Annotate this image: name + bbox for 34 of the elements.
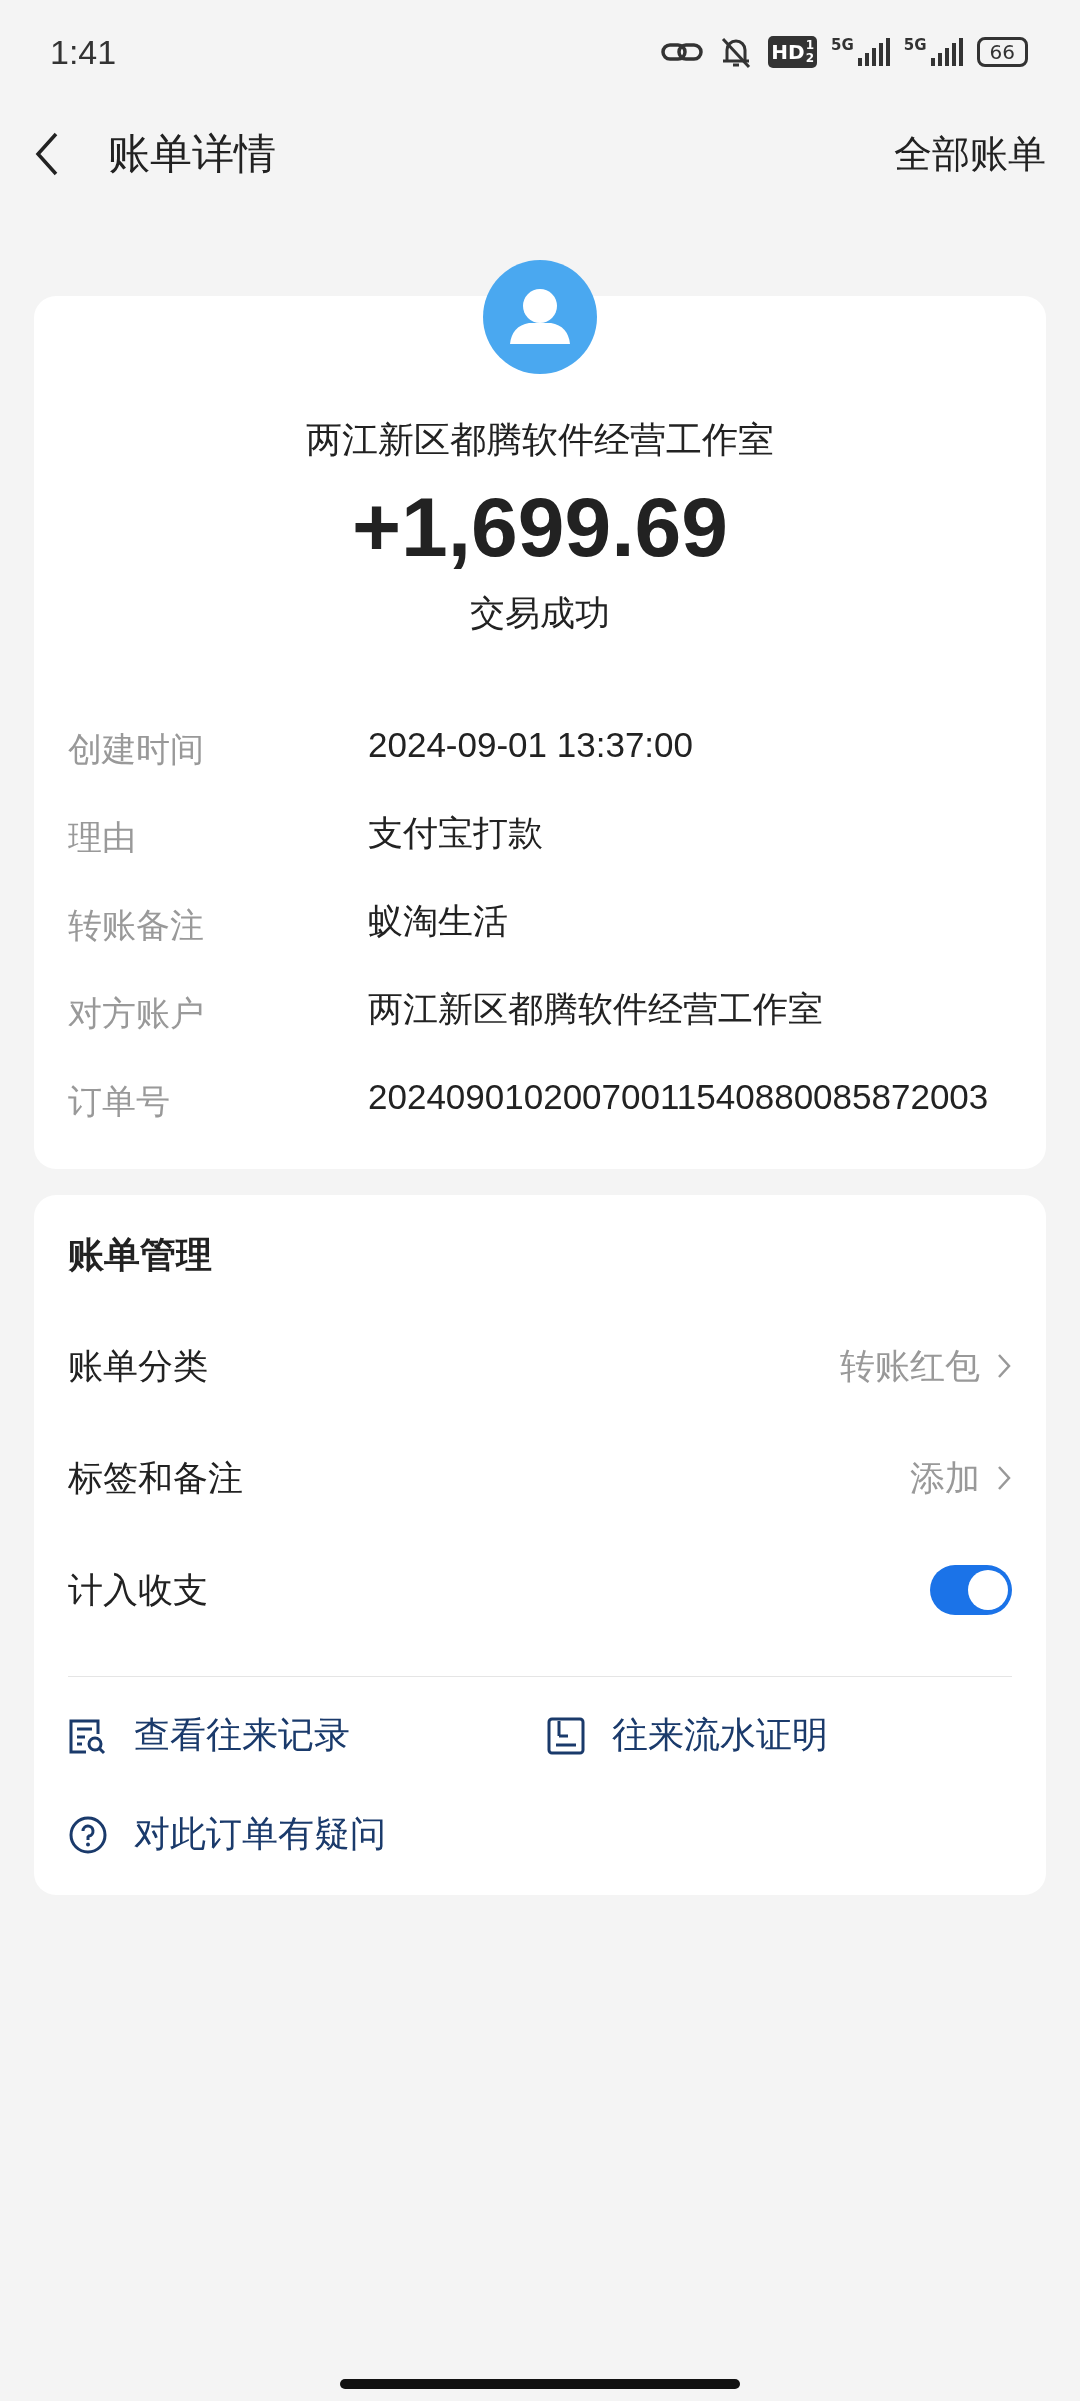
action-link[interactable]: 查看往来记录 <box>68 1711 546 1760</box>
action-link[interactable]: 往来流水证明 <box>546 1711 1012 1760</box>
chevron-icon <box>996 1464 1012 1492</box>
help-icon <box>68 1814 108 1855</box>
action-link[interactable]: 对此订单有疑问 <box>68 1810 546 1859</box>
transaction-status: 交易成功 <box>470 592 610 635</box>
detail-label: 对方账户 <box>68 992 205 1035</box>
all-bills-link[interactable]: 全部账单 <box>894 128 1046 180</box>
chevron-icon <box>996 1352 1012 1380</box>
signal-icon <box>855 38 890 66</box>
document-icon <box>546 1715 586 1756</box>
detail-label: 转账备注 <box>68 904 205 947</box>
status-time: 1:41 <box>50 32 117 72</box>
detail-value: 支付宝打款 <box>368 812 544 854</box>
setting-label: 账单分类 <box>68 1344 208 1388</box>
back-icon <box>34 131 60 177</box>
network-label: 5G <box>831 38 854 53</box>
section-title: 账单管理 <box>68 1233 213 1277</box>
detail-value: 两江新区都腾软件经营工作室 <box>368 988 824 1030</box>
toggle-switch[interactable] <box>930 1565 1012 1615</box>
setting-label: 标签和备注 <box>68 1456 243 1500</box>
battery-indicator: 66 <box>976 37 1028 67</box>
detail-value: 20240901020070011540880085872003 <box>368 1076 990 1118</box>
detail-label: 订单号 <box>68 1080 171 1123</box>
page-title: 账单详情 <box>108 128 277 180</box>
detail-value: 蚁淘生活 <box>368 900 509 942</box>
amount: +1,699.69 <box>352 479 728 576</box>
setting-label: 计入收支 <box>68 1568 208 1612</box>
payer-name: 两江新区都腾软件经营工作室 <box>306 418 774 462</box>
signal-icon <box>928 38 963 66</box>
detail-value: 2024-09-01 13:37:00 <box>368 724 694 766</box>
network-label: 5G <box>903 38 927 53</box>
detail-label: 创建时间 <box>68 728 205 771</box>
detail-label: 理由 <box>68 816 137 859</box>
